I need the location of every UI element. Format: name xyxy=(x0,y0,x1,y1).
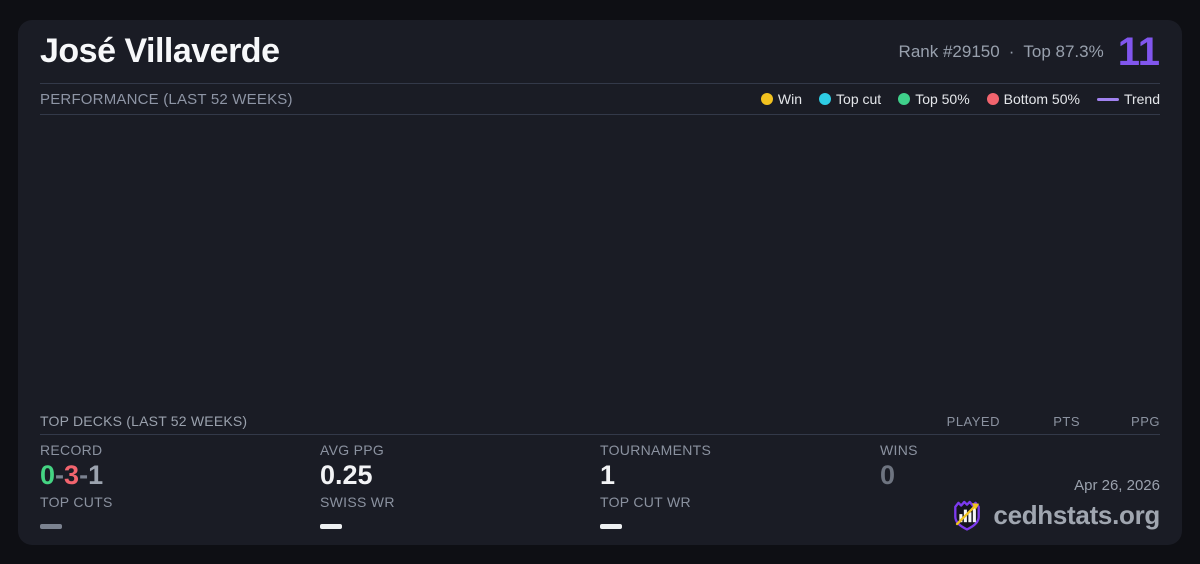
stat-swiss-wr: SWISS WR xyxy=(320,494,600,546)
record-wins: 0 xyxy=(40,460,55,490)
player-name: José Villaverde xyxy=(40,32,279,71)
record-draws: 1 xyxy=(88,460,103,490)
stat-tournaments: TOURNAMENTS 1 xyxy=(600,442,880,494)
top-50-dot-icon xyxy=(898,93,910,105)
stat-label: SWISS WR xyxy=(320,494,600,510)
top-decks-column-headers: PLAYED PTS PPG xyxy=(920,414,1160,429)
performance-chart-area xyxy=(40,115,1160,408)
stat-top-cuts: TOP CUTS xyxy=(40,494,320,546)
chart-legend: Win Top cut Top 50% Bottom 50% Trend xyxy=(761,91,1160,107)
tournaments-value: 1 xyxy=(600,461,880,491)
column-header-played: PLAYED xyxy=(920,414,1000,429)
legend-label: Win xyxy=(778,91,802,107)
stat-label: TOURNAMENTS xyxy=(600,442,880,458)
bottom-50-dot-icon xyxy=(987,93,999,105)
performance-header-row: PERFORMANCE (LAST 52 WEEKS) Win Top cut … xyxy=(40,84,1160,115)
legend-item-win: Win xyxy=(761,91,802,107)
site-branding: cedhstats.org xyxy=(949,497,1160,533)
legend-label: Top 50% xyxy=(915,91,969,107)
top-percent-label: Top 87.3% xyxy=(1023,42,1103,62)
legend-label: Trend xyxy=(1124,91,1160,107)
win-dot-icon xyxy=(761,93,773,105)
stat-avg-ppg: AVG PPG 0.25 xyxy=(320,442,600,494)
legend-label: Top cut xyxy=(836,91,881,107)
top-cut-wr-empty-dash xyxy=(600,524,622,529)
performance-section-title: PERFORMANCE (LAST 52 WEEKS) xyxy=(40,91,293,108)
stat-top-cut-wr: TOP CUT WR xyxy=(600,494,880,546)
stat-label: AVG PPG xyxy=(320,442,600,458)
avg-ppg-value: 0.25 xyxy=(320,461,600,491)
top-cut-dot-icon xyxy=(819,93,831,105)
stat-label: TOP CUT WR xyxy=(600,494,880,510)
swiss-wr-empty-dash xyxy=(320,524,342,529)
top-decks-header-row: TOP DECKS (LAST 52 WEEKS) PLAYED PTS PPG xyxy=(40,408,1160,435)
top-cuts-empty-dash xyxy=(40,524,62,529)
column-header-pts: PTS xyxy=(1000,414,1080,429)
top-decks-section-title: TOP DECKS (LAST 52 WEEKS) xyxy=(40,413,247,429)
trend-line-icon xyxy=(1097,98,1119,101)
stat-label: RECORD xyxy=(40,442,320,458)
rank-label: Rank #29150 xyxy=(899,42,1000,62)
rank-line: Rank #29150 · Top 87.3% xyxy=(899,42,1104,62)
rank-cluster: Rank #29150 · Top 87.3% 11 xyxy=(899,32,1160,72)
stat-label: TOP CUTS xyxy=(40,494,320,510)
legend-item-top-50: Top 50% xyxy=(898,91,969,107)
column-header-ppg: PPG xyxy=(1080,414,1160,429)
stat-label: WINS xyxy=(880,442,1160,458)
stat-record: RECORD 0-3-1 xyxy=(40,442,320,494)
record-dash: - xyxy=(79,460,88,490)
record-losses: 3 xyxy=(64,460,79,490)
record-dash: - xyxy=(55,460,64,490)
cedhstats-shield-logo-icon xyxy=(949,497,985,533)
legend-item-trend: Trend xyxy=(1097,91,1160,107)
legend-label: Bottom 50% xyxy=(1004,91,1080,107)
generated-date: Apr 26, 2026 xyxy=(949,477,1160,494)
player-stats-card: José Villaverde Rank #29150 · Top 87.3% … xyxy=(18,20,1182,545)
legend-item-bottom-50: Bottom 50% xyxy=(987,91,1080,107)
rank-separator-dot: · xyxy=(1009,42,1015,62)
card-header: José Villaverde Rank #29150 · Top 87.3% … xyxy=(40,20,1160,84)
site-name: cedhstats.org xyxy=(993,500,1160,531)
score-value: 11 xyxy=(1118,32,1160,72)
footer-watermark: Apr 26, 2026 cedhstats.org xyxy=(949,477,1160,533)
record-value: 0-3-1 xyxy=(40,461,320,491)
legend-item-top-cut: Top cut xyxy=(819,91,881,107)
